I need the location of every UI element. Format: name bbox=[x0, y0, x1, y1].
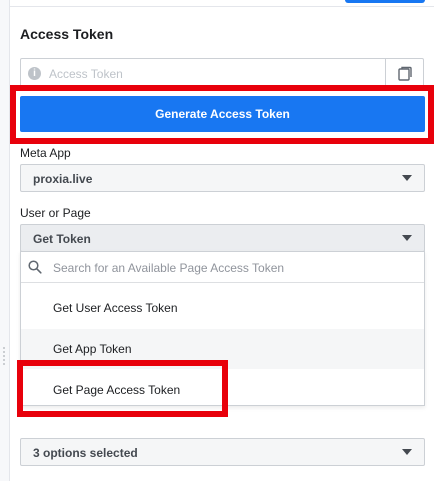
permissions-value: 3 options selected bbox=[33, 446, 138, 460]
panel-resize-rail bbox=[0, 0, 10, 481]
search-icon bbox=[28, 260, 42, 274]
option-get-user-access-token[interactable]: Get User Access Token bbox=[21, 288, 424, 328]
chevron-down-icon bbox=[402, 235, 412, 241]
access-token-input[interactable] bbox=[47, 59, 381, 89]
chevron-down-icon bbox=[402, 449, 412, 455]
option-get-page-access-token[interactable]: Get Page Access Token bbox=[21, 370, 424, 410]
top-bar bbox=[0, 0, 434, 7]
token-type-dropdown: Get User Access Token Get App Token Get … bbox=[20, 251, 425, 406]
resize-grip-icon[interactable] bbox=[2, 346, 6, 366]
meta-app-select[interactable]: proxia.live bbox=[20, 164, 425, 192]
generate-access-token-button[interactable]: Generate Access Token bbox=[20, 96, 425, 132]
meta-app-value: proxia.live bbox=[33, 172, 93, 186]
dropdown-search[interactable] bbox=[21, 252, 424, 283]
option-get-app-token[interactable]: Get App Token bbox=[21, 329, 424, 369]
dropdown-search-input[interactable] bbox=[51, 253, 415, 282]
top-action-button[interactable] bbox=[345, 0, 425, 3]
copy-icon bbox=[398, 66, 412, 81]
info-icon: i bbox=[28, 67, 41, 80]
user-or-page-value: Get Token bbox=[33, 232, 91, 246]
access-token-field[interactable]: i bbox=[20, 58, 424, 89]
section-title: Access Token bbox=[20, 26, 114, 42]
meta-app-label: Meta App bbox=[20, 146, 71, 160]
user-or-page-label: User or Page bbox=[20, 206, 91, 220]
copy-button[interactable] bbox=[385, 59, 423, 87]
permissions-select[interactable]: 3 options selected bbox=[20, 438, 425, 466]
chevron-down-icon bbox=[402, 175, 412, 181]
user-or-page-select[interactable]: Get Token bbox=[20, 224, 425, 252]
